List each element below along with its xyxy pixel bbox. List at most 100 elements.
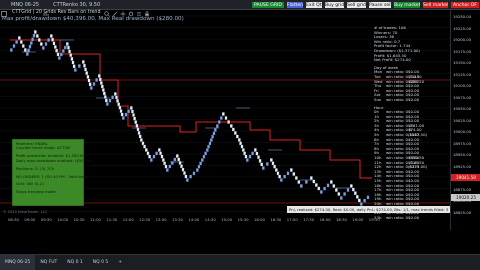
renko-brick xyxy=(351,187,355,192)
instrument-selector[interactable]: MNQ 06-25 xyxy=(8,0,42,10)
renko-brick xyxy=(213,128,217,132)
time-tick-label: 13:00 xyxy=(155,217,167,222)
renko-brick xyxy=(102,91,106,96)
zoom-icon[interactable] xyxy=(104,2,111,17)
renko-brick xyxy=(168,164,172,169)
renko-brick xyxy=(294,176,298,180)
renko-brick xyxy=(258,158,262,163)
renko-brick xyxy=(292,172,296,176)
renko-brick xyxy=(61,49,65,53)
renko-brick xyxy=(124,112,128,117)
renko-brick xyxy=(260,162,264,167)
price-tick-label: 19250.00 xyxy=(453,14,472,19)
renko-brick xyxy=(253,148,257,152)
drawdown-summary: Max profit/drawdown $40,396.00, Max Real… xyxy=(2,16,184,22)
renko-brick xyxy=(88,82,92,87)
lock-icon[interactable] xyxy=(144,2,150,16)
status-line: Daily max drawdown enabled: ($500.00) xyxy=(16,157,94,163)
time-tick-label: 14:00 xyxy=(188,217,200,222)
renko-brick xyxy=(97,74,101,78)
renko-brick xyxy=(163,161,167,166)
pause-sell-button[interactable]: Pause sell xyxy=(368,1,392,9)
renko-brick xyxy=(326,183,330,188)
renko-brick xyxy=(25,52,29,56)
price-tick-label: 19225.00 xyxy=(453,25,472,31)
buy-market-button[interactable]: Buy market xyxy=(393,1,421,9)
renko-brick xyxy=(47,38,51,42)
renko-brick xyxy=(219,116,223,120)
time-tick-label: 18:30 xyxy=(336,217,347,222)
exit-qty-button[interactable]: Exit Qty xyxy=(305,1,323,9)
tab-nq-0-1[interactable]: NQ 0 1 xyxy=(62,255,88,270)
time-tick-label: 11:00 xyxy=(90,217,101,222)
renko-brick xyxy=(101,88,105,92)
renko-brick xyxy=(144,148,148,152)
renko-brick xyxy=(157,148,161,152)
renko-brick xyxy=(70,56,74,61)
renko-brick xyxy=(251,151,255,156)
renko-brick xyxy=(57,56,61,60)
pause-grid-button[interactable]: PAUSE GRID xyxy=(251,1,285,9)
price-tick-label: 18825.00 xyxy=(453,209,472,215)
renko-brick xyxy=(98,77,102,82)
renko-brick xyxy=(279,178,283,182)
time-tick-label: 19:00 xyxy=(352,217,364,222)
time-tick-label: 17:30 xyxy=(303,217,315,222)
renko-brick xyxy=(117,102,121,107)
time-tick-label: 16:30 xyxy=(270,217,282,222)
renko-brick xyxy=(95,78,99,82)
tab-nq-0-5[interactable]: NQ 0 5 xyxy=(88,255,114,270)
tab-nq-fut[interactable]: NQ FUT xyxy=(35,255,62,270)
renko-brick xyxy=(23,48,27,52)
renko-brick xyxy=(155,151,159,156)
renko-brick xyxy=(141,141,145,146)
flatten-button[interactable]: Flatten xyxy=(286,1,304,9)
settings-icon[interactable] xyxy=(128,2,134,16)
renko-brick xyxy=(195,168,199,172)
renko-brick xyxy=(240,144,244,149)
renko-brick xyxy=(9,48,13,52)
renko-brick xyxy=(31,37,35,42)
time-axis[interactable]: 08:30 09:00 09:30 10:00 10:30 11:00 11:30 12:00… xyxy=(0,214,450,230)
renko-brick xyxy=(135,123,139,128)
renko-brick xyxy=(319,190,323,194)
renko-brick xyxy=(299,184,303,188)
bar-type-selector[interactable]: CTTRenko 30, 9.50 xyxy=(50,0,103,10)
renko-brick xyxy=(173,157,177,162)
price-tick-label: 19025.00 xyxy=(453,117,472,123)
time-tick-label: 17:00 xyxy=(286,217,298,222)
renko-brick xyxy=(104,98,108,103)
time-tick-label: 13:30 xyxy=(172,217,183,222)
renko-brick xyxy=(105,102,109,106)
buy-grid-button[interactable]: Buy grid xyxy=(324,1,345,9)
price-tick-label: 19075.00 xyxy=(453,94,472,100)
properties-icon[interactable] xyxy=(136,2,142,16)
price-axis[interactable]: 19250.00 19225.00 19200.00 19175.00 19150.00… xyxy=(450,10,480,230)
tab-mnq-06-25[interactable]: MNQ 06-25 xyxy=(0,254,36,270)
renko-brick xyxy=(127,109,131,114)
renko-brick xyxy=(211,134,215,139)
pencil-icon[interactable] xyxy=(112,2,118,16)
sell-market-button[interactable]: Sell market xyxy=(422,1,449,9)
renko-brick xyxy=(357,198,361,203)
statistics-panel: # of trades: 106 Winners: 70 Losers: 36 … xyxy=(374,25,450,220)
renko-brick xyxy=(329,180,333,184)
renko-brick xyxy=(81,60,85,64)
crosshair-icon[interactable] xyxy=(120,2,126,16)
anchor-button[interactable]: Anchor OF xyxy=(450,1,480,9)
renko-brick xyxy=(278,174,282,179)
renko-brick xyxy=(134,120,138,125)
renko-brick xyxy=(239,141,243,146)
sell-grid-button[interactable]: Sell grid xyxy=(346,1,367,9)
price-tick-label: 19150.00 xyxy=(453,60,472,65)
renko-brick xyxy=(32,33,36,38)
renko-brick xyxy=(184,174,188,179)
renko-brick xyxy=(207,144,211,149)
renko-brick xyxy=(197,164,201,169)
renko-brick xyxy=(346,188,350,192)
time-tick-label: 11:30 xyxy=(106,217,118,222)
renko-brick xyxy=(180,164,184,169)
instrument-icon[interactable] xyxy=(1,2,7,17)
add-tab-button[interactable]: + xyxy=(113,255,127,270)
bars-icon[interactable] xyxy=(43,2,49,16)
